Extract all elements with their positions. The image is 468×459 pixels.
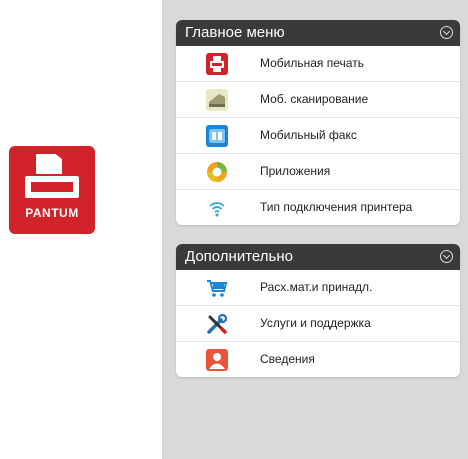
menu-item-label: Моб. сканирование — [260, 92, 369, 106]
menu-item-label: Мобильный факс — [260, 128, 357, 142]
wifi-icon — [209, 202, 225, 217]
main-menu-panel: Главное меню Мобильная печать Моб. скани… — [176, 20, 460, 225]
printer-icon — [206, 53, 228, 75]
menu-item-label: Сведения — [260, 352, 315, 366]
logo-printer-slot — [31, 182, 73, 192]
main-menu-title: Главное меню — [185, 24, 285, 41]
logo-brand-text: PANTUM — [25, 206, 79, 220]
logo-paper-shape — [36, 154, 62, 174]
menu-item-mobile-fax[interactable]: Мобильный факс — [176, 118, 460, 154]
fax-icon — [206, 125, 228, 147]
menu-item-apps[interactable]: Приложения — [176, 154, 460, 190]
collapse-icon[interactable] — [440, 250, 453, 263]
menu-item-connection-type[interactable]: Тип подключения принтера — [176, 190, 460, 225]
menu-item-support[interactable]: Услуги и поддержка — [176, 306, 460, 342]
tools-icon — [207, 313, 228, 334]
menu-item-mobile-print[interactable]: Мобильная печать — [176, 46, 460, 82]
main-menu-header[interactable]: Главное меню — [176, 20, 460, 46]
apps-icon — [207, 162, 227, 182]
extra-menu-panel: Дополнительно Расх.мат.и принадл. Услуги… — [176, 244, 460, 377]
collapse-icon[interactable] — [440, 26, 453, 39]
menu-item-supplies[interactable]: Расх.мат.и принадл. — [176, 270, 460, 306]
user-icon — [206, 349, 228, 371]
menu-item-label: Услуги и поддержка — [260, 316, 371, 330]
app-screen: Главное меню Мобильная печать Моб. скани… — [162, 0, 468, 459]
menu-item-label: Тип подключения принтера — [260, 200, 413, 214]
menu-item-label: Приложения — [260, 164, 331, 178]
cart-icon — [207, 280, 228, 297]
menu-item-label: Расх.мат.и принадл. — [260, 280, 373, 294]
menu-item-label: Мобильная печать — [260, 56, 364, 70]
extra-menu-title: Дополнительно — [185, 248, 293, 265]
extra-menu-header[interactable]: Дополнительно — [176, 244, 460, 270]
menu-item-mobile-scan[interactable]: Моб. сканирование — [176, 82, 460, 118]
menu-item-about[interactable]: Сведения — [176, 342, 460, 377]
scanner-icon — [206, 89, 228, 111]
pantum-app-logo[interactable]: PANTUM — [9, 146, 95, 234]
